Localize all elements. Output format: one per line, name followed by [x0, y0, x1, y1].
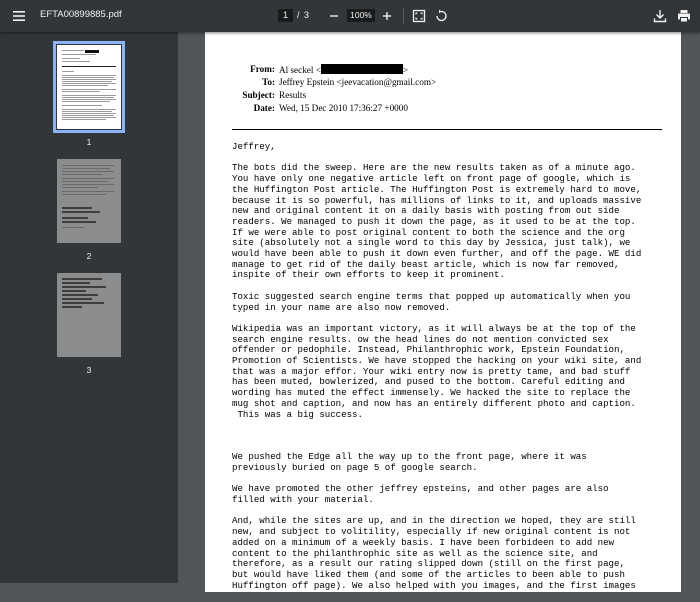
page-thumbnail-2[interactable] [57, 159, 121, 243]
rotate-icon[interactable] [431, 6, 451, 26]
from-label: From: [250, 64, 275, 74]
greeting: Jeffrey, [232, 141, 276, 152]
to-value: Jeffrey Epstein <jeevacation@gmail.com> [279, 77, 437, 87]
page-thumbnail-3[interactable] [57, 273, 121, 357]
to-label: To: [262, 77, 275, 87]
zoom-input[interactable]: 100% [347, 9, 375, 22]
from-tail: > [402, 65, 409, 75]
date-label: Date: [253, 103, 275, 113]
body-paragraph-2: Toxic suggested search engine terms that… [232, 290, 631, 313]
toolbar-divider [403, 8, 404, 24]
toolbar: EFTA00899885.pdf 1 / 3 100% [0, 0, 700, 32]
page-thumbnail-1[interactable] [53, 41, 125, 133]
vertical-scrollbar[interactable] [689, 32, 700, 583]
body-paragraph-5: We have promoted the other jeffrey epste… [232, 483, 609, 506]
document-title: EFTA00899885.pdf [40, 9, 122, 20]
thumbnail-label-2: 2 [86, 251, 92, 261]
fit-to-page-icon[interactable] [409, 6, 429, 26]
current-page-input[interactable]: 1 [278, 9, 293, 22]
header-divider [232, 129, 662, 130]
thumbnail-label-3: 3 [86, 365, 92, 375]
pdf-page-1: From: Al seckel < > To: Jeffrey Epstein <… [205, 32, 681, 592]
hamburger-menu-icon[interactable] [9, 6, 29, 26]
minus-icon[interactable] [324, 6, 344, 26]
body-paragraph-6: And, while the sites are up, and in the … [232, 515, 636, 591]
email-body: Jeffrey, The bots did the sweep. Here ar… [232, 141, 672, 602]
download-icon[interactable] [650, 6, 670, 26]
print-icon[interactable] [674, 6, 694, 26]
body-paragraph-1: The bots did the sweep. Here are the new… [232, 162, 642, 281]
body-paragraph-3: Wikipedia was an important victory, as i… [232, 322, 642, 420]
body-paragraph-4: We pushed the Edge all the way up to the… [232, 451, 587, 473]
thumbnail-sidebar: 1 2 3 [0, 32, 178, 583]
date-value: Wed, 15 Dec 2010 17:36:27 +0000 [279, 103, 408, 113]
from-value: Al seckel < [279, 65, 321, 75]
plus-icon[interactable] [377, 6, 397, 26]
redaction-block [320, 64, 403, 74]
subject-value: Results [279, 90, 307, 100]
thumbnail-label-1: 1 [86, 137, 92, 147]
subject-label: Subject: [242, 90, 275, 100]
page-separator: / [297, 10, 300, 20]
total-pages: 3 [304, 10, 310, 20]
